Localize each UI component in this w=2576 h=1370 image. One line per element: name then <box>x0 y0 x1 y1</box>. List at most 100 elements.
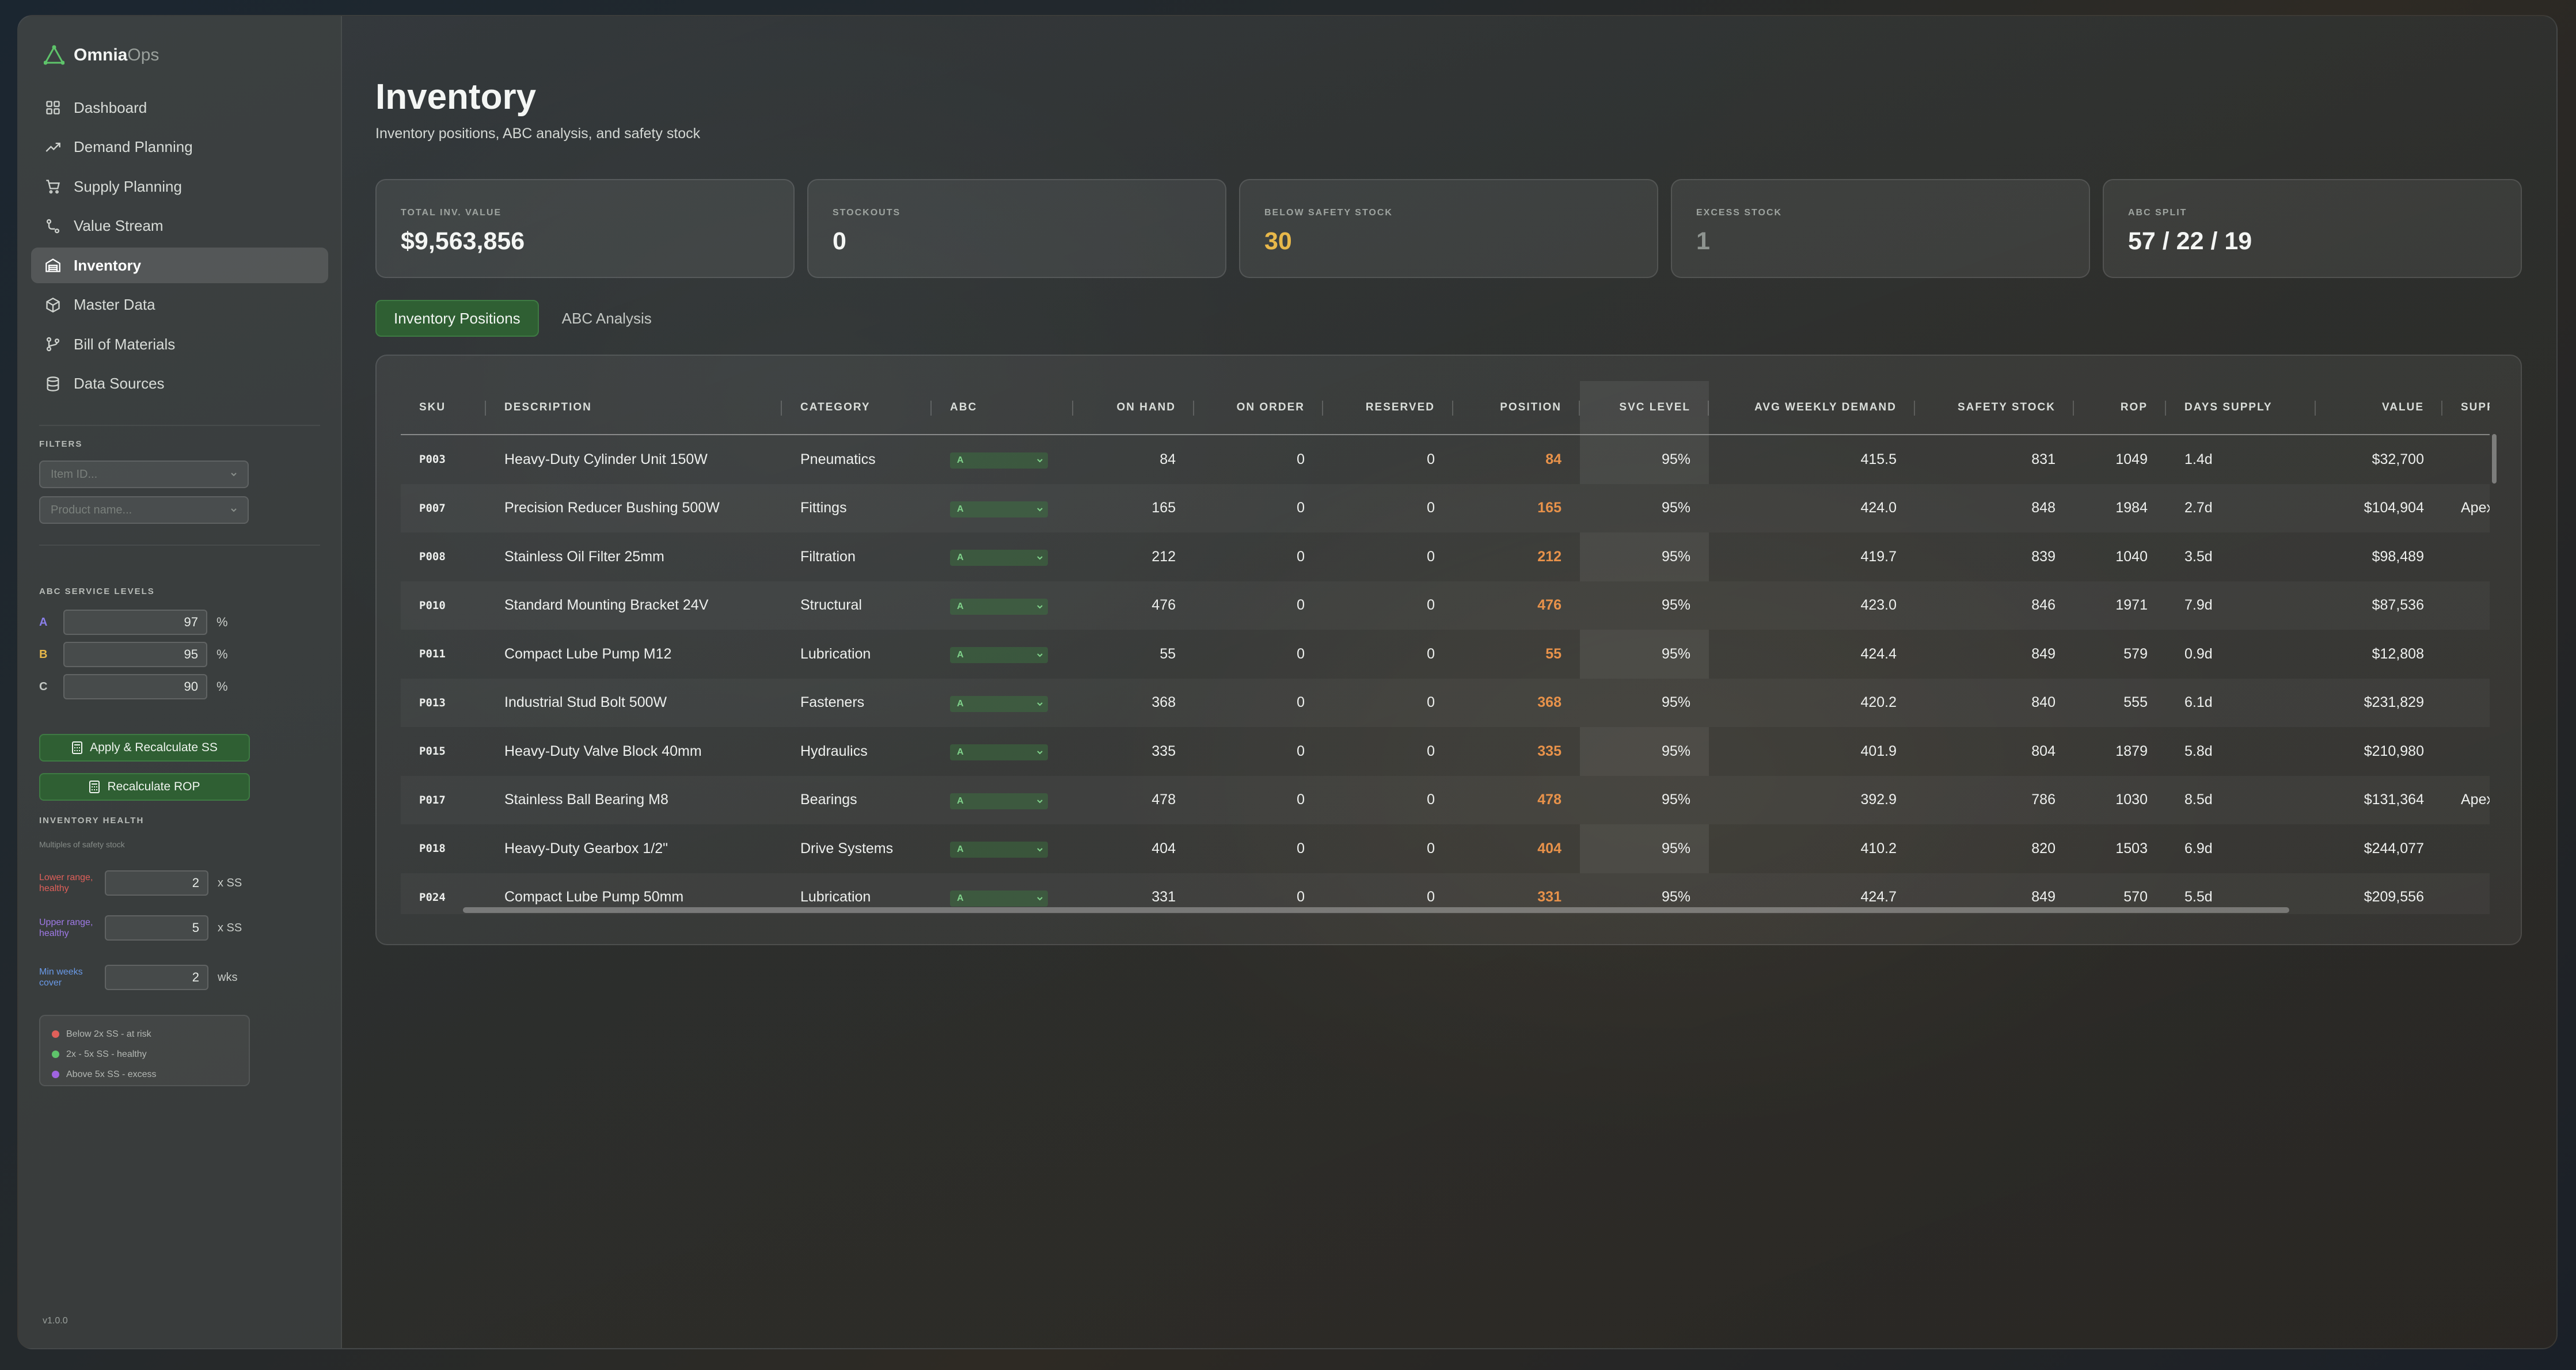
nav-label: Demand Planning <box>74 138 193 155</box>
service-level-a-input[interactable]: 97 <box>63 610 207 635</box>
column-header-abc[interactable]: ABC <box>932 381 1073 435</box>
recalculate-rop-button[interactable]: Recalculate ROP <box>39 773 250 801</box>
apply-recalculate-ss-button[interactable]: Apply & Recalculate SS <box>39 734 250 762</box>
table-row[interactable]: P011 Compact Lube Pump M12 Lubrication A 55 0… <box>401 630 2490 679</box>
table-row[interactable]: P018 Heavy-Duty Gearbox 1/2" Drive Systems… <box>401 824 2490 873</box>
nav-item-demand-planning[interactable]: Demand Planning <box>31 130 328 165</box>
nav-item-value-stream[interactable]: Value Stream <box>31 208 328 244</box>
cell-position: 84 <box>1545 451 1561 467</box>
abc-class-label: A <box>957 698 964 709</box>
column-header-on-hand[interactable]: ON HAND <box>1073 381 1194 435</box>
inventory-table-scroll[interactable]: SKU DESCRIPTION CATEGORY ABC ON HAND ON … <box>401 381 2490 914</box>
cell-svc-level: 95% <box>1580 484 1709 533</box>
nav-item-dashboard[interactable]: Dashboard <box>31 90 328 125</box>
page-subtitle: Inventory positions, ABC analysis, and s… <box>375 125 701 142</box>
cell-value: $32,700 <box>2372 451 2424 467</box>
cell-abc[interactable]: A <box>932 435 1073 484</box>
cell-sku: P015 <box>419 745 446 758</box>
nav-item-master-data[interactable]: Master Data <box>31 287 328 323</box>
cell-abc[interactable]: A <box>932 581 1073 630</box>
item-id-select[interactable]: Item ID... <box>39 461 249 488</box>
vertical-scrollbar[interactable] <box>2492 434 2497 484</box>
brand-suffix: Ops <box>127 45 159 64</box>
horizontal-scrollbar[interactable] <box>463 907 2289 913</box>
chevron-down-icon <box>1037 605 1043 609</box>
kpi-below-safety-stock: BELOW SAFETY STOCK 30 <box>1239 179 1658 278</box>
abc-class-select[interactable]: A <box>950 550 1048 566</box>
cell-on-order: 0 <box>1297 840 1305 857</box>
nav-item-bill-of-materials[interactable]: Bill of Materials <box>31 326 328 362</box>
version-label: v1.0.0 <box>43 1316 68 1326</box>
table-row[interactable]: P017 Stainless Ball Bearing M8 Bearings A 47… <box>401 776 2490 825</box>
column-header-reserved[interactable]: RESERVED <box>1323 381 1453 435</box>
tab-abc-analysis[interactable]: ABC Analysis <box>545 300 669 337</box>
cell-category: Filtration <box>800 548 856 565</box>
table-row[interactable]: P015 Heavy-Duty Valve Block 40mm Hydraulic… <box>401 727 2490 776</box>
cell-abc[interactable]: A <box>932 679 1073 728</box>
table-row[interactable]: P008 Stainless Oil Filter 25mm Filtration A… <box>401 532 2490 581</box>
app-logo[interactable]: OmniaOps <box>44 45 159 66</box>
column-header-category[interactable]: CATEGORY <box>782 381 932 435</box>
abc-class-select[interactable]: A <box>950 452 1048 469</box>
cell-abc[interactable]: A <box>932 776 1073 825</box>
product-name-select[interactable]: Product name... <box>39 496 249 524</box>
cell-reserved: 0 <box>1427 645 1435 662</box>
sidebar-divider <box>39 545 320 546</box>
cell-svc-level: 95% <box>1580 727 1709 776</box>
min-weeks-cover-input[interactable]: 2 <box>105 965 208 990</box>
column-header-rop[interactable]: ROP <box>2074 381 2166 435</box>
column-header-value[interactable]: VALUE <box>2316 381 2442 435</box>
cell-on-order: 0 <box>1194 776 1323 825</box>
cell-supplier <box>2442 824 2490 873</box>
column-header-on-order[interactable]: ON ORDER <box>1194 381 1323 435</box>
column-header-sku[interactable]: SKU <box>401 381 486 435</box>
column-header-description[interactable]: DESCRIPTION <box>486 381 782 435</box>
column-header-position[interactable]: POSITION <box>1453 381 1580 435</box>
abc-class-select[interactable]: A <box>950 793 1048 809</box>
kpi-value: $9,563,856 <box>401 227 525 255</box>
column-header-safety-stock[interactable]: SAFETY STOCK <box>1915 381 2074 435</box>
dashboard-icon <box>45 100 61 116</box>
lower-range-input[interactable]: 2 <box>105 870 208 896</box>
abc-class-select[interactable]: A <box>950 890 1048 907</box>
service-level-b-input[interactable]: 95 <box>63 642 207 667</box>
cell-abc[interactable]: A <box>932 532 1073 581</box>
abc-class-select[interactable]: A <box>950 501 1048 517</box>
cell-position: 212 <box>1537 548 1561 565</box>
cell-abc[interactable]: A <box>932 727 1073 776</box>
abc-class-label: A <box>957 893 964 903</box>
column-header-supplier[interactable]: SUPPLIER <box>2442 381 2490 435</box>
abc-class-select[interactable]: A <box>950 695 1048 712</box>
tab-inventory-positions[interactable]: Inventory Positions <box>375 300 539 337</box>
abc-class-select[interactable]: A <box>950 647 1048 664</box>
abc-class-select[interactable]: A <box>950 598 1048 615</box>
nav-item-inventory[interactable]: Inventory <box>31 248 328 283</box>
cell-rop: 1040 <box>2115 548 2148 565</box>
abc-class-select[interactable]: A <box>950 842 1048 858</box>
column-header-days-supply[interactable]: DAYS SUPPLY <box>2166 381 2316 435</box>
abc-class-select[interactable]: A <box>950 744 1048 761</box>
cell-category: Drive Systems <box>800 840 894 857</box>
table-row[interactable]: P007 Precision Reducer Bushing 500W Fittin… <box>401 484 2490 533</box>
cell-abc[interactable]: A <box>932 630 1073 679</box>
nav-item-data-sources[interactable]: Data Sources <box>31 366 328 402</box>
column-header-svc-level[interactable]: SVC LEVEL <box>1580 381 1709 435</box>
cell-abc[interactable]: A <box>932 824 1073 873</box>
nav-item-supply-planning[interactable]: Supply Planning <box>31 169 328 204</box>
cell-abc[interactable]: A <box>932 484 1073 533</box>
cell-reserved: 0 <box>1323 776 1453 825</box>
cell-days-supply: 1.4d <box>2184 451 2213 467</box>
table-row[interactable]: P010 Standard Mounting Bracket 24V Structu… <box>401 581 2490 630</box>
chevron-down-icon <box>231 508 237 512</box>
cell-svc-level: 95% <box>1580 630 1709 679</box>
cell-rop: 579 <box>2123 645 2148 662</box>
inventory-health-title: INVENTORY HEALTH <box>39 816 145 825</box>
upper-range-input[interactable]: 5 <box>105 915 208 941</box>
service-level-c-input[interactable]: 90 <box>63 674 207 699</box>
column-header-avg-weekly-demand[interactable]: AVG WEEKLY DEMAND <box>1709 381 1915 435</box>
table-row[interactable]: P003 Heavy-Duty Cylinder Unit 150W Pneumat… <box>401 435 2490 484</box>
cell-on-hand: 165 <box>1073 484 1194 533</box>
table-row[interactable]: P013 Industrial Stud Bolt 500W Fasteners A 3… <box>401 679 2490 728</box>
box-icon <box>45 297 61 313</box>
table-body: P003 Heavy-Duty Cylinder Unit 150W Pneumat… <box>401 435 2490 914</box>
